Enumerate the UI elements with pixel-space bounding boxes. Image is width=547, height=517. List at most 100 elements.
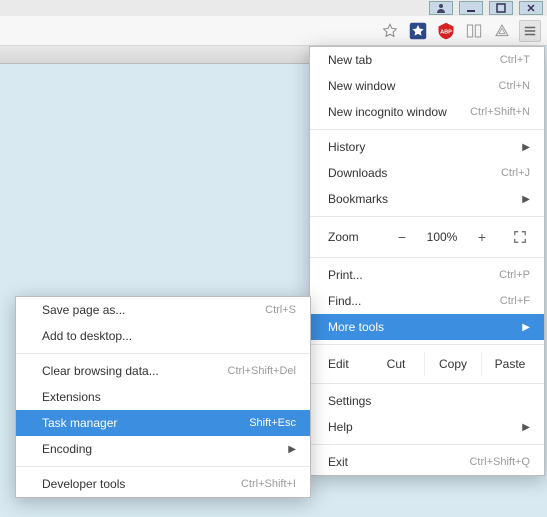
- user-icon: [436, 3, 446, 13]
- hamburger-icon: [523, 24, 537, 38]
- menu-item-label: Add to desktop...: [42, 329, 132, 343]
- panels-icon: [466, 23, 482, 39]
- menu-item-label: New window: [328, 79, 395, 93]
- submenu-arrow-icon: ▶: [522, 142, 530, 153]
- zoom-value: 100%: [420, 230, 464, 244]
- submenu-encoding[interactable]: Encoding ▶: [16, 436, 310, 462]
- menu-new-incognito[interactable]: New incognito window Ctrl+Shift+N: [310, 99, 544, 125]
- menu-item-shortcut: Shift+Esc: [249, 417, 296, 429]
- profile-button[interactable]: [429, 1, 453, 15]
- menu-item-label: Find...: [328, 294, 361, 308]
- extension-gray-2[interactable]: [491, 20, 513, 42]
- menu-separator: [310, 383, 544, 384]
- fullscreen-icon: [513, 230, 527, 244]
- menu-separator: [310, 216, 544, 217]
- main-menu: New tab Ctrl+T New window Ctrl+N New inc…: [309, 46, 545, 476]
- zoom-in-button[interactable]: +: [468, 225, 496, 249]
- menu-new-window[interactable]: New window Ctrl+N: [310, 73, 544, 99]
- close-button[interactable]: [519, 1, 543, 15]
- menu-separator: [310, 129, 544, 130]
- inactive-tab-area: [0, 46, 310, 64]
- minimize-icon: [466, 3, 476, 13]
- menu-item-shortcut: Ctrl+T: [500, 54, 530, 66]
- menu-item-shortcut: Ctrl+S: [265, 304, 296, 316]
- browser-toolbar: ABP: [0, 16, 547, 46]
- menu-item-shortcut: Ctrl+P: [499, 269, 530, 281]
- submenu-add-to-desktop[interactable]: Add to desktop...: [16, 323, 310, 349]
- menu-separator: [310, 444, 544, 445]
- menu-separator: [310, 344, 544, 345]
- zoom-label: Zoom: [328, 230, 384, 244]
- menu-item-label: Downloads: [328, 166, 387, 180]
- menu-item-label: Extensions: [42, 390, 101, 404]
- close-icon: [526, 3, 536, 13]
- menu-item-shortcut: Ctrl+Shift+N: [470, 106, 530, 118]
- menu-item-label: More tools: [328, 320, 384, 334]
- submenu-clear-browsing-data[interactable]: Clear browsing data... Ctrl+Shift+Del: [16, 358, 310, 384]
- bookmark-star-button[interactable]: [379, 20, 401, 42]
- menu-item-shortcut: Ctrl+N: [499, 80, 530, 92]
- menu-item-label: New tab: [328, 53, 372, 67]
- menu-item-shortcut: Ctrl+Shift+Q: [469, 456, 530, 468]
- submenu-save-page[interactable]: Save page as... Ctrl+S: [16, 297, 310, 323]
- zoom-out-button[interactable]: −: [388, 225, 416, 249]
- abp-icon: ABP: [437, 22, 455, 40]
- menu-separator: [310, 257, 544, 258]
- menu-zoom-row: Zoom − 100% +: [310, 221, 544, 253]
- svg-text:ABP: ABP: [440, 29, 452, 35]
- menu-item-label: Task manager: [42, 416, 117, 430]
- menu-history[interactable]: History ▶: [310, 134, 544, 160]
- menu-item-label: Exit: [328, 455, 348, 469]
- menu-edit-row: Edit Cut Copy Paste: [310, 349, 544, 379]
- menu-item-label: Print...: [328, 268, 363, 282]
- menu-item-label: History: [328, 140, 365, 154]
- fullscreen-button[interactable]: [506, 225, 534, 249]
- triangle-icon: [494, 23, 510, 39]
- menu-settings[interactable]: Settings: [310, 388, 544, 414]
- menu-bookmarks[interactable]: Bookmarks ▶: [310, 186, 544, 212]
- more-tools-submenu: Save page as... Ctrl+S Add to desktop...…: [15, 296, 311, 498]
- cut-button[interactable]: Cut: [368, 352, 424, 376]
- menu-separator: [16, 466, 310, 467]
- extension-gray-1[interactable]: [463, 20, 485, 42]
- menu-item-label: Help: [328, 420, 353, 434]
- edit-label: Edit: [328, 357, 368, 371]
- submenu-arrow-icon: ▶: [522, 322, 530, 333]
- minimize-button[interactable]: [459, 1, 483, 15]
- menu-item-label: Settings: [328, 394, 371, 408]
- menu-more-tools[interactable]: More tools ▶: [310, 314, 544, 340]
- menu-item-label: Developer tools: [42, 477, 125, 491]
- menu-exit[interactable]: Exit Ctrl+Shift+Q: [310, 449, 544, 475]
- submenu-arrow-icon: ▶: [288, 444, 296, 455]
- blue-star-icon: [409, 22, 427, 40]
- menu-help[interactable]: Help ▶: [310, 414, 544, 440]
- menu-item-shortcut: Ctrl+Shift+Del: [228, 365, 296, 377]
- menu-item-shortcut: Ctrl+J: [501, 167, 530, 179]
- submenu-developer-tools[interactable]: Developer tools Ctrl+Shift+I: [16, 471, 310, 497]
- menu-item-label: Bookmarks: [328, 192, 388, 206]
- extension-bluestar[interactable]: [407, 20, 429, 42]
- star-icon: [382, 23, 398, 39]
- submenu-task-manager[interactable]: Task manager Shift+Esc: [16, 410, 310, 436]
- menu-item-label: Clear browsing data...: [42, 364, 159, 378]
- menu-find[interactable]: Find... Ctrl+F: [310, 288, 544, 314]
- menu-item-label: Encoding: [42, 442, 92, 456]
- menu-item-label: Save page as...: [42, 303, 125, 317]
- submenu-arrow-icon: ▶: [522, 194, 530, 205]
- maximize-icon: [496, 3, 506, 13]
- menu-print[interactable]: Print... Ctrl+P: [310, 262, 544, 288]
- maximize-button[interactable]: [489, 1, 513, 15]
- menu-new-tab[interactable]: New tab Ctrl+T: [310, 47, 544, 73]
- menu-item-shortcut: Ctrl+F: [500, 295, 530, 307]
- extension-abp[interactable]: ABP: [435, 20, 457, 42]
- menu-item-label: New incognito window: [328, 105, 447, 119]
- menu-item-shortcut: Ctrl+Shift+I: [241, 478, 296, 490]
- submenu-extensions[interactable]: Extensions: [16, 384, 310, 410]
- menu-downloads[interactable]: Downloads Ctrl+J: [310, 160, 544, 186]
- submenu-arrow-icon: ▶: [522, 422, 530, 433]
- main-menu-button[interactable]: [519, 20, 541, 42]
- copy-button[interactable]: Copy: [424, 352, 481, 376]
- paste-button[interactable]: Paste: [481, 352, 538, 376]
- menu-separator: [16, 353, 310, 354]
- window-titlebar: [0, 0, 547, 16]
